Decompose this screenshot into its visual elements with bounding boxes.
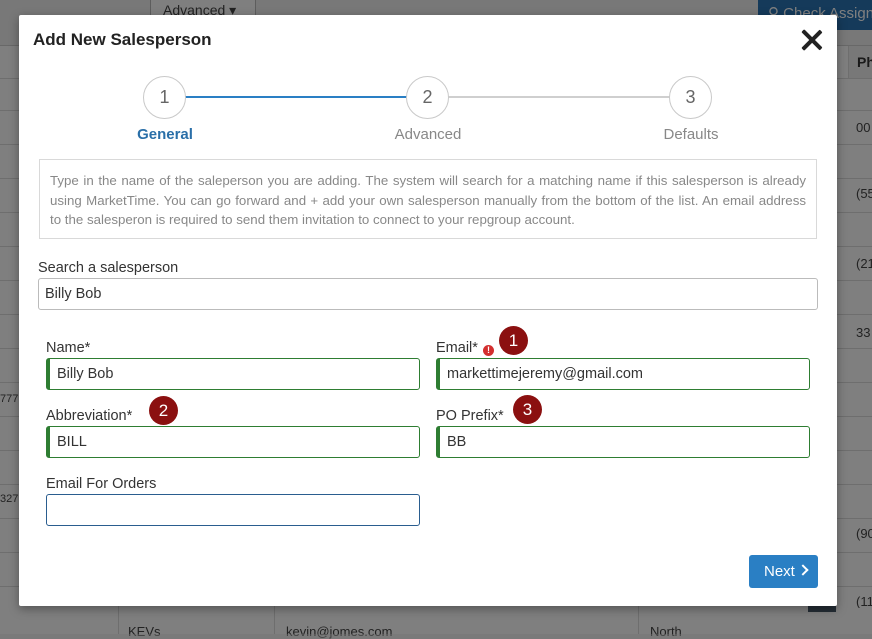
po-prefix-label: PO Prefix* [436,408,504,424]
dialog-title: Add New Salesperson [33,30,212,49]
add-salesperson-dialog: Add New Salesperson 1 2 3 General Advanc… [19,15,837,606]
email-for-orders-label: Email For Orders [46,476,157,492]
step-1-circle[interactable]: 1 [143,76,186,119]
step-1-label[interactable]: General [105,126,225,143]
search-label: Search a salesperson [38,260,179,276]
step-3-circle[interactable]: 3 [669,76,712,119]
error-icon: ! [483,345,494,356]
abbreviation-field[interactable]: BILL [46,426,420,458]
step-connector-active [185,96,407,98]
instructions-text: Type in the name of the saleperson you a… [39,159,817,239]
name-label: Name* [46,340,91,356]
po-prefix-field[interactable]: BB [436,426,810,458]
email-label: Email* [436,340,478,356]
annotation-badge-1: 1 [499,326,528,355]
search-input[interactable]: Billy Bob [38,278,818,310]
next-button[interactable]: Next [749,555,818,588]
email-for-orders-field[interactable] [46,494,420,526]
step-3-label[interactable]: Defaults [631,126,751,143]
step-2-circle[interactable]: 2 [406,76,449,119]
chevron-right-icon [797,564,809,576]
annotation-badge-2: 2 [149,396,178,425]
annotation-badge-3: 3 [513,395,542,424]
abbreviation-label: Abbreviation* [46,408,133,424]
next-button-label: Next [764,563,795,580]
name-field[interactable]: Billy Bob [46,358,420,390]
close-icon[interactable] [799,27,825,53]
step-connector [448,96,670,98]
step-2-label[interactable]: Advanced [368,126,488,143]
email-field[interactable]: markettimejeremy@gmail.com [436,358,810,390]
